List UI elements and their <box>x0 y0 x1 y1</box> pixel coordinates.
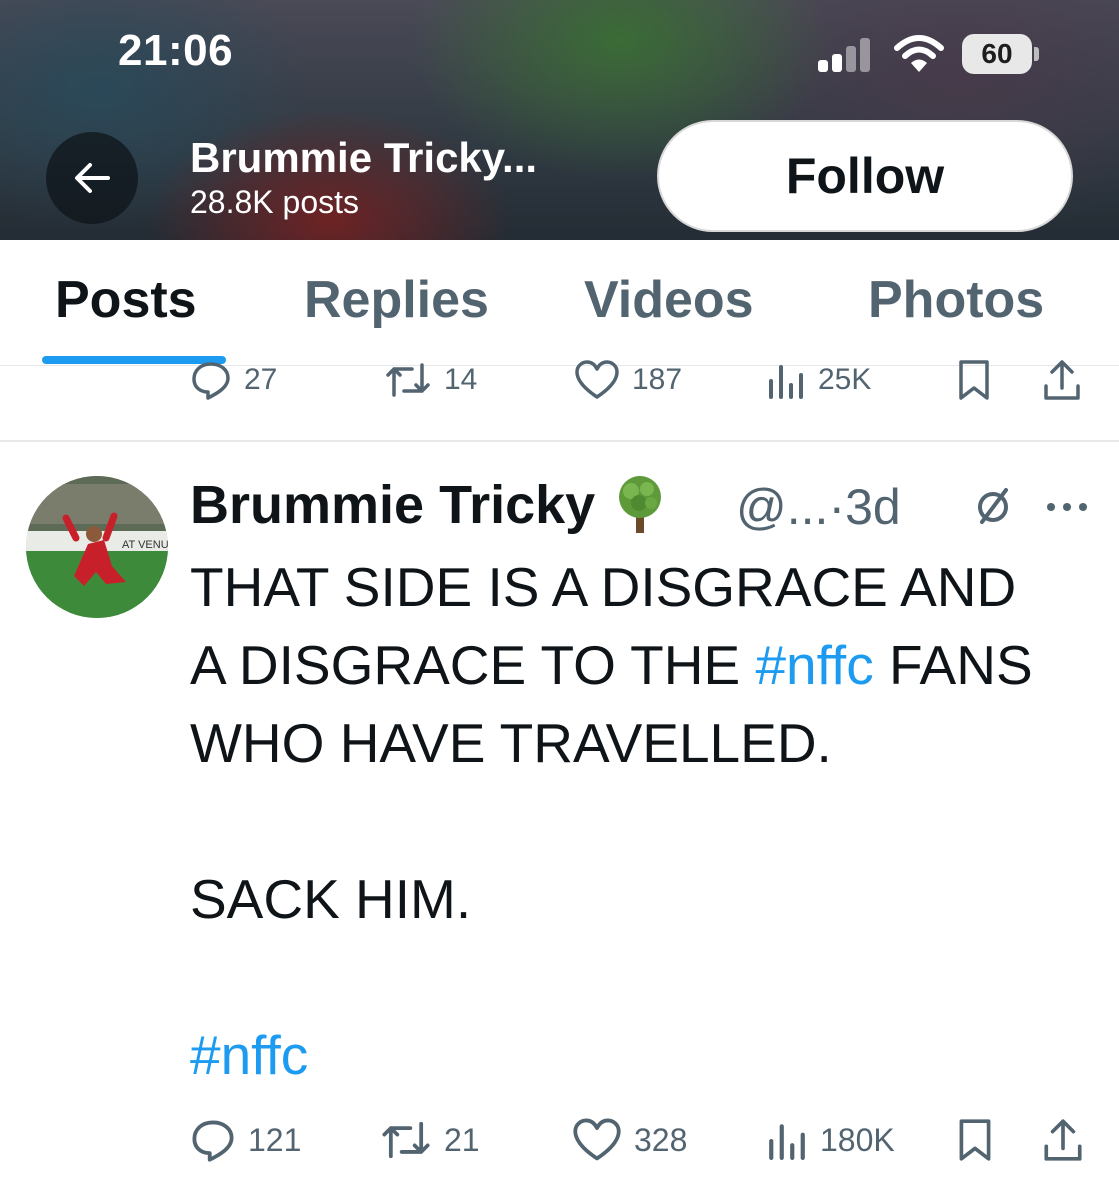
share-action[interactable] <box>1042 1110 1084 1170</box>
bookmark-icon <box>959 360 989 400</box>
views-icon <box>769 365 803 399</box>
separator-dot: · <box>828 479 846 535</box>
views-action[interactable]: 25K <box>766 350 871 410</box>
follow-button[interactable]: Follow <box>657 120 1073 232</box>
signal-icon <box>818 36 878 72</box>
tweet-handle-time: @...·3d <box>736 478 901 536</box>
mute-icon <box>978 488 1008 524</box>
avatar-photo: AT VENU <box>26 476 168 618</box>
tab-posts[interactable]: Posts <box>55 270 197 330</box>
tweet-line: THAT SIDE IS A DISGRACE AND <box>190 548 1100 626</box>
tweet-text-segment: THAT SIDE IS A DISGRACE AND <box>190 556 1017 618</box>
reply-icon <box>192 362 230 400</box>
views-count: 25K <box>818 363 872 396</box>
tab-videos[interactable]: Videos <box>584 270 754 330</box>
hashtag-link[interactable]: #nffc <box>755 634 873 696</box>
tweet-line: A DISGRACE TO THE #nffc FANS <box>190 626 1100 704</box>
status-time: 21:06 <box>118 26 234 75</box>
svg-text:AT VENU: AT VENU <box>122 539 168 551</box>
repost-action[interactable]: 21 <box>380 1110 480 1170</box>
profile-name: Brummie Tricky... <box>190 134 538 181</box>
tweet-line: #nffc <box>190 1016 1100 1094</box>
more-icon[interactable] <box>1044 500 1090 514</box>
tweet-text: THAT SIDE IS A DISGRACE AND A DISGRACE TO… <box>190 548 1100 1094</box>
tree-badge-icon <box>619 476 662 533</box>
tweet-time[interactable]: 3d <box>845 479 901 535</box>
tweet-text-segment: A DISGRACE TO THE <box>190 634 756 696</box>
back-arrow-icon <box>75 163 110 193</box>
like-icon <box>575 360 619 399</box>
post-actions: 121 21 328 180K <box>0 1110 1119 1170</box>
bookmark-action[interactable] <box>956 1110 994 1170</box>
repost-action[interactable]: 14 <box>384 350 477 410</box>
views-icon <box>769 1124 805 1160</box>
tweet-text-segment: WHO HAVE TRAVELLED. <box>190 712 832 774</box>
bookmark-icon <box>959 1119 991 1161</box>
like-action[interactable]: 187 <box>574 350 682 410</box>
wifi-icon <box>894 35 944 72</box>
tweet-author-name[interactable]: Brummie Tricky <box>190 474 595 536</box>
tweet-handle[interactable]: @... <box>736 479 828 535</box>
views-action[interactable]: 180K <box>766 1110 895 1170</box>
repost-count: 14 <box>444 363 478 396</box>
tab-replies[interactable]: Replies <box>304 270 489 330</box>
tweet-line <box>190 938 1100 1016</box>
share-action[interactable] <box>1042 350 1082 410</box>
tweet-text-segment: FANS <box>873 634 1033 696</box>
views-count: 180K <box>820 1121 895 1158</box>
tweet-line <box>190 782 1100 860</box>
tweet-text-segment: SACK HIM. <box>190 868 472 930</box>
repost-icon <box>386 363 430 397</box>
like-action[interactable]: 328 <box>572 1110 687 1170</box>
tab-photos[interactable]: Photos <box>868 270 1044 330</box>
tweet-line: WHO HAVE TRAVELLED. <box>190 704 1100 782</box>
tweet-header: Brummie Tricky <box>190 470 671 540</box>
share-icon <box>1044 1119 1082 1161</box>
post-divider <box>0 440 1119 442</box>
battery-level: 60 <box>962 34 1032 74</box>
reply-icon <box>192 1120 234 1162</box>
post-count: 28.8K posts <box>190 184 359 220</box>
reply-count: 121 <box>248 1121 302 1158</box>
previous-post-actions: 27 14 187 25K <box>0 350 1119 410</box>
hashtag-link[interactable]: #nffc <box>190 1024 308 1086</box>
like-count: 328 <box>634 1121 688 1158</box>
reply-action[interactable]: 27 <box>190 350 277 410</box>
profile-tabs: Posts Replies Videos Photos <box>0 240 1119 366</box>
reply-count: 27 <box>244 363 278 396</box>
like-icon <box>573 1118 621 1161</box>
battery-icon: 60 <box>962 34 1040 74</box>
repost-icon <box>382 1121 430 1159</box>
bookmark-action[interactable] <box>956 350 992 410</box>
like-count: 187 <box>632 363 683 396</box>
tweet-line: SACK HIM. <box>190 860 1100 938</box>
avatar[interactable]: AT VENU <box>26 476 168 618</box>
back-button[interactable] <box>46 132 138 224</box>
repost-count: 21 <box>444 1121 480 1158</box>
reply-action[interactable]: 121 <box>190 1110 301 1170</box>
share-icon <box>1044 360 1080 400</box>
